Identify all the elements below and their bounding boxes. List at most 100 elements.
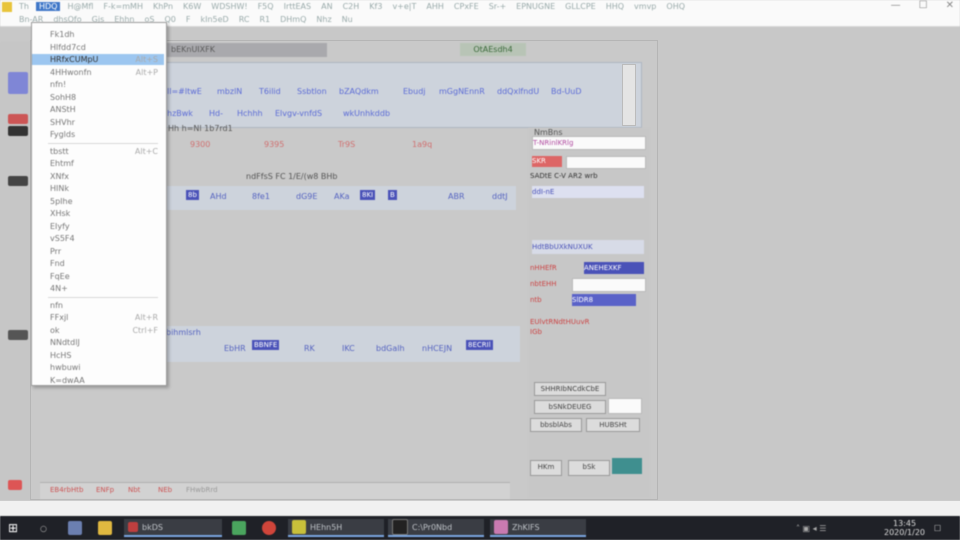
menu-item[interactable]: C2H — [340, 2, 363, 11]
column-header[interactable]: ABR — [448, 192, 465, 201]
column-header[interactable]: bdGalh — [376, 344, 405, 353]
menu-item[interactable]: RC — [236, 15, 253, 24]
menu-item[interactable]: R1 — [256, 15, 273, 24]
dropdown-item[interactable]: Fyglds — [32, 129, 164, 140]
folder-icon[interactable] — [98, 519, 112, 537]
column-header[interactable]: AKa — [334, 192, 349, 201]
dropdown-item[interactable]: 4N+ — [32, 283, 164, 294]
menu-item[interactable]: Sr-+ — [486, 2, 509, 11]
column-header[interactable]: 8b — [186, 190, 199, 200]
link[interactable]: ll=#ltwE — [167, 87, 202, 96]
menu-item[interactable]: Th — [16, 2, 32, 11]
link[interactable]: wkUnhkddb — [343, 109, 390, 118]
tab[interactable]: ENFp — [96, 486, 114, 494]
dropdown-item[interactable]: ANStH — [32, 104, 164, 115]
panel-header-tab[interactable]: bEKnUIXFK — [165, 43, 327, 57]
menu-item[interactable]: CPxFE — [451, 2, 482, 11]
column-header[interactable]: 8fe1 — [252, 192, 270, 201]
link[interactable]: Bd-UuD — [551, 87, 582, 96]
column-header[interactable]: B — [388, 190, 397, 200]
dropdown-item[interactable]: 5pIhe — [32, 196, 164, 207]
menu-item[interactable]: kIn5eD — [197, 15, 231, 24]
dark-icon[interactable] — [8, 126, 28, 136]
dropdown-item[interactable]: 4HHwonfn Alt+P — [32, 67, 164, 78]
action-button[interactable]: HUBSHt — [586, 418, 640, 432]
menu-item[interactable]: vmvp — [631, 2, 659, 11]
column-header[interactable]: 8KI — [360, 190, 376, 200]
column-header[interactable]: RK — [304, 344, 315, 353]
dark-icon[interactable] — [8, 330, 28, 340]
action-button[interactable]: bSk — [568, 460, 610, 476]
dropdown-item[interactable]: hwbuwi — [32, 362, 164, 373]
dropdown-item[interactable]: SHVhr — [32, 117, 164, 128]
taskbar-item[interactable]: ZhKlFS — [490, 519, 586, 537]
action-button[interactable]: bbsblAbs — [530, 418, 582, 432]
link[interactable]: Hd- — [209, 109, 223, 118]
action-button[interactable]: bSNkDEUEG — [534, 400, 606, 414]
action-button[interactable]: HKm — [530, 460, 562, 476]
text-field[interactable] — [566, 156, 646, 169]
tab[interactable]: FHwbRrd — [186, 486, 218, 494]
taskbar-item[interactable]: HEhn5H — [288, 519, 384, 537]
scrollbar[interactable] — [622, 64, 636, 126]
menu-item[interactable]: Nhz — [313, 15, 334, 24]
dropdown-item[interactable]: FqEe — [32, 271, 164, 282]
text-field[interactable] — [572, 278, 646, 292]
column-header[interactable]: IKC — [342, 344, 355, 353]
close-button[interactable]: ✕ — [946, 0, 954, 11]
tray-icons[interactable]: ˄ ▣ ◂ ☰ — [796, 519, 826, 537]
dropdown-item[interactable]: Ehtmf — [32, 158, 164, 169]
dropdown-item[interactable]: HINk — [32, 183, 164, 194]
minimize-button[interactable]: — — [891, 0, 901, 11]
dropdown-item[interactable]: Prr — [32, 246, 164, 257]
link[interactable]: Ebudj — [403, 87, 426, 96]
red-icon[interactable] — [8, 114, 28, 124]
dropdown-item[interactable]: K=dwAA — [32, 375, 164, 386]
link[interactable]: Hchhh — [237, 109, 263, 118]
menu-item[interactable]: K6W — [180, 2, 204, 11]
menu-item[interactable]: F-k=mMH — [100, 2, 146, 11]
maximize-button[interactable]: ☐ — [919, 0, 928, 11]
column-header[interactable]: EbHR — [224, 344, 246, 353]
dropdown-item[interactable]: EIyfy — [32, 221, 164, 232]
blue-field[interactable]: ddI-nE — [532, 186, 644, 198]
column-header[interactable]: ddtJ — [492, 192, 508, 201]
small-input[interactable] — [608, 398, 642, 414]
dropdown-item[interactable]: NNdtdlJ — [32, 337, 164, 348]
taskview-icon[interactable] — [68, 519, 82, 537]
menu-item[interactable]: IrttEAS — [281, 2, 315, 11]
menu-item[interactable]: AN — [318, 2, 335, 11]
column-header[interactable]: AHd — [210, 192, 227, 201]
link[interactable]: mbzlN — [217, 87, 242, 96]
dropdown-item[interactable]: FFxjl Alt+R — [32, 312, 164, 323]
dropdown-item[interactable]: Fnd — [32, 258, 164, 269]
menu-item[interactable]: GLLCPE — [562, 2, 599, 11]
app-icon[interactable] — [262, 519, 276, 537]
dropdown-item[interactable]: tbstt Alt+C — [32, 146, 164, 157]
dropdown-item[interactable]: HcHS — [32, 350, 164, 361]
link[interactable]: T6ilid — [259, 87, 281, 96]
column-header[interactable]: dG9E — [296, 192, 317, 201]
link[interactable]: Ssbtlon — [297, 87, 327, 96]
menu-item[interactable]: OHQ — [663, 2, 688, 11]
link[interactable]: mGgNEnnR — [439, 87, 485, 96]
menu-item[interactable]: Nu — [339, 15, 356, 24]
tab[interactable]: Nbt — [128, 486, 140, 494]
dropdown-item[interactable]: nfn — [32, 300, 164, 311]
action-button[interactable]: SHHRIbNCdkCbE — [534, 382, 606, 396]
menu-item[interactable]: KhPn — [150, 2, 176, 11]
menu-item[interactable]: AHH — [423, 2, 447, 11]
link[interactable]: Elvgv-vnfdS — [275, 109, 322, 118]
taskbar-item[interactable]: bkDS — [124, 519, 222, 537]
notification-icon[interactable]: ☐ — [934, 519, 941, 537]
dropdown-item[interactable]: SohH8 — [32, 92, 164, 103]
dropdown-item[interactable]: Hlfdd7cd — [32, 42, 164, 53]
tab[interactable]: NEb — [158, 486, 172, 494]
teal-icon[interactable] — [612, 458, 642, 474]
dropdown-item[interactable]: XHsk — [32, 208, 164, 219]
dropdown-item[interactable]: Fk1dh — [32, 29, 164, 40]
dropdown-item[interactable]: HRfxCUMpU Alt+S — [32, 54, 164, 65]
column-header[interactable]: 8ECRIl — [466, 340, 493, 350]
link[interactable]: ddQxlfndU — [497, 87, 539, 96]
dropdown-item[interactable]: vS5F4 — [32, 233, 164, 244]
